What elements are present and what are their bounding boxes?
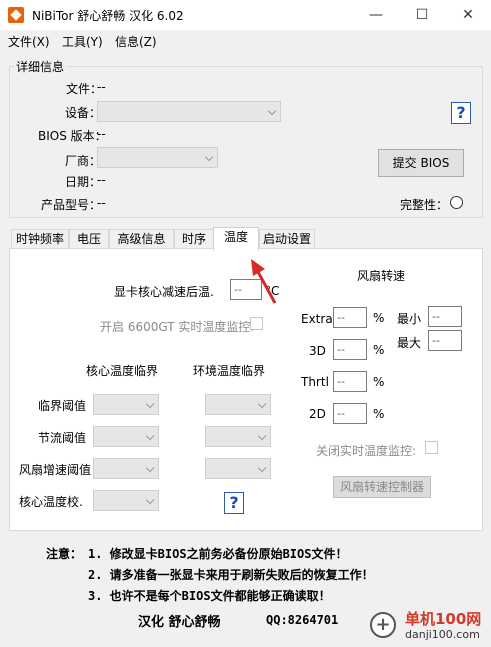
model-value: -- bbox=[97, 196, 106, 210]
fan-2d-unit: % bbox=[373, 407, 385, 421]
chevron-down-icon bbox=[204, 152, 214, 162]
arrow-annotation-icon bbox=[251, 259, 277, 304]
fan-2d-input[interactable]: -- bbox=[333, 403, 367, 424]
fan-3d-input[interactable]: -- bbox=[333, 339, 367, 360]
chevron-down-icon bbox=[257, 431, 267, 441]
device-label: 设备： bbox=[65, 106, 102, 120]
chevron-down-icon bbox=[145, 495, 155, 505]
note-line-2: 2. 请多准备一张显卡来用于刷新失败后的恢复工作！ bbox=[88, 568, 374, 582]
core-critical-header: 核心温度临界 bbox=[86, 364, 159, 378]
close-button[interactable]: ✕ bbox=[445, 0, 491, 30]
env-critical-header: 环境温度临界 bbox=[193, 364, 266, 378]
core-throttle-select[interactable] bbox=[93, 426, 159, 447]
chevron-down-icon bbox=[145, 399, 155, 409]
minimize-button[interactable]: — bbox=[353, 0, 399, 30]
fan-extra-label: Extra bbox=[301, 312, 333, 326]
model-label: 产品型号： bbox=[41, 198, 102, 212]
throttle-threshold-label: 节流阈值 bbox=[38, 431, 87, 445]
env-throttle-select[interactable] bbox=[205, 426, 271, 447]
enable-6600gt-label: 开启 6600GT 实时温度监控: bbox=[100, 320, 255, 334]
core-calibration-select[interactable] bbox=[93, 490, 159, 511]
menu-file[interactable]: 文件(X) bbox=[8, 33, 50, 50]
core-reduce-label: 显卡核心减速后温. bbox=[114, 285, 214, 299]
core-temp-calibration-label: 核心温度校. bbox=[19, 495, 83, 509]
fan-extra-input[interactable]: -- bbox=[333, 307, 367, 328]
vendor-select[interactable] bbox=[97, 147, 218, 168]
tab-advanced[interactable]: 高级信息 bbox=[109, 229, 174, 249]
disable-monitor-checkbox[interactable] bbox=[425, 441, 438, 454]
fan-min-input[interactable]: -- bbox=[428, 306, 462, 327]
tab-clock[interactable]: 时钟频率 bbox=[11, 229, 69, 249]
fan-3d-label: 3D bbox=[309, 344, 326, 358]
tab-boot[interactable]: 启动设置 bbox=[259, 229, 315, 249]
chevron-down-icon bbox=[257, 399, 267, 409]
file-value: -- bbox=[97, 80, 106, 94]
watermark-cn: 单机100网 bbox=[405, 610, 482, 628]
note-prefix: 注意： bbox=[46, 547, 83, 561]
tab-timing[interactable]: 时序 bbox=[174, 229, 214, 249]
window-title: NiBiTor 舒心舒畅 汉化 6.02 bbox=[32, 9, 184, 23]
fan-boost-threshold-label: 风扇增速阈值 bbox=[19, 463, 92, 477]
fan-thrtl-label: Thrtl bbox=[301, 375, 329, 389]
tab-temperature[interactable]: 温度 bbox=[213, 227, 259, 251]
device-select[interactable] bbox=[97, 101, 281, 122]
maximize-button[interactable]: ☐ bbox=[399, 0, 445, 30]
fan-max-label: 最大 bbox=[397, 336, 422, 350]
env-critical-select[interactable] bbox=[205, 394, 271, 415]
details-help-icon[interactable]: ? bbox=[451, 102, 471, 124]
fan-extra-unit: % bbox=[373, 311, 385, 325]
fan-min-label: 最小 bbox=[397, 312, 422, 326]
vendor-label: 厂商： bbox=[65, 154, 102, 168]
menu-info[interactable]: 信息(Z) bbox=[115, 33, 157, 50]
chevron-down-icon bbox=[145, 431, 155, 441]
integrity-label: 完整性： bbox=[400, 198, 449, 212]
credit-text: 汉化 舒心舒畅 bbox=[138, 615, 221, 630]
note-line-3: 3. 也许不是每个BIOS文件都能够正确读取！ bbox=[88, 589, 331, 603]
tab-voltage[interactable]: 电压 bbox=[69, 229, 109, 249]
app-logo-icon bbox=[8, 7, 24, 23]
fan-2d-label: 2D bbox=[309, 407, 326, 421]
core-critical-select[interactable] bbox=[93, 394, 159, 415]
fan-max-input[interactable]: -- bbox=[428, 330, 462, 351]
integrity-indicator bbox=[450, 196, 463, 209]
fan-controller-button[interactable]: 风扇转速控制器 bbox=[333, 476, 431, 498]
chevron-down-icon bbox=[257, 463, 267, 473]
critical-threshold-label: 临界阈值 bbox=[38, 399, 87, 413]
core-fan-boost-select[interactable] bbox=[93, 458, 159, 479]
fan-3d-unit: % bbox=[373, 343, 385, 357]
disable-monitor-label: 关闭实时温度监控: bbox=[316, 444, 417, 458]
chevron-down-icon bbox=[267, 106, 277, 116]
note-line-1: 1. 修改显卡BIOS之前务必备份原始BIOS文件！ bbox=[88, 547, 348, 561]
fan-thrtl-input[interactable]: -- bbox=[333, 371, 367, 392]
watermark-url: danji100.com bbox=[405, 628, 480, 641]
date-value: -- bbox=[97, 173, 106, 187]
temperature-help-icon[interactable]: ? bbox=[224, 492, 244, 514]
submit-bios-button[interactable]: 提交 BIOS bbox=[378, 149, 464, 177]
date-label: 日期： bbox=[65, 175, 102, 189]
details-group-title: 详细信息 bbox=[14, 58, 67, 75]
bios-version-value: -- bbox=[97, 127, 106, 141]
enable-6600gt-checkbox[interactable] bbox=[250, 317, 263, 330]
qq-text: QQ:8264701 bbox=[266, 613, 339, 627]
fan-header: 风扇转速 bbox=[357, 269, 406, 283]
env-fan-boost-select[interactable] bbox=[205, 458, 271, 479]
watermark-logo-icon: + bbox=[370, 612, 396, 638]
fan-thrtl-unit: % bbox=[373, 375, 385, 389]
chevron-down-icon bbox=[145, 463, 155, 473]
menu-tools[interactable]: 工具(Y) bbox=[62, 33, 103, 50]
